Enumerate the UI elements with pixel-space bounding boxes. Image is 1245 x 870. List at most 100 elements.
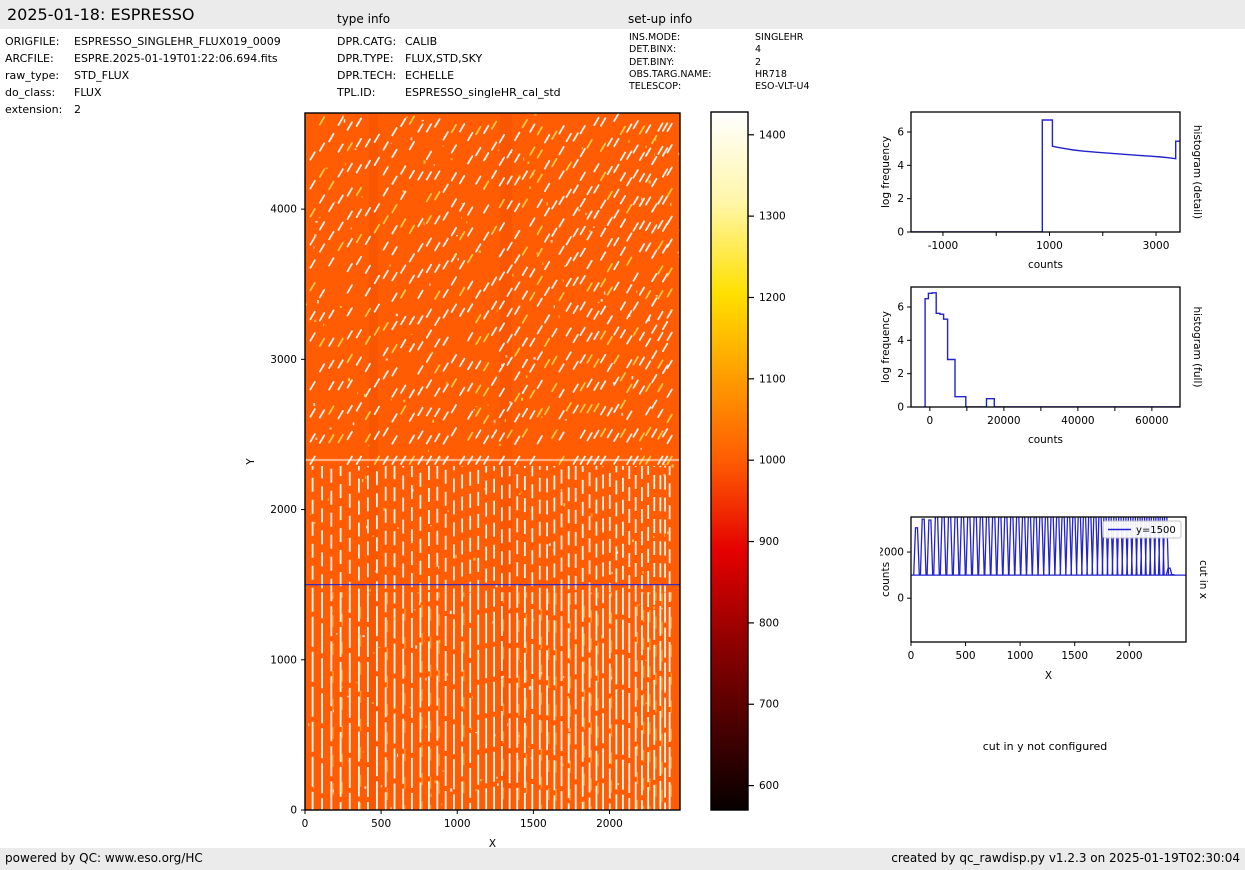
svg-text:600: 600 xyxy=(759,780,779,792)
info-value: ESPRESSO_singleHR_cal_std xyxy=(405,86,561,99)
svg-text:-1000: -1000 xyxy=(928,240,959,252)
svg-text:1000: 1000 xyxy=(270,654,297,666)
info-row: OBS.TARG.NAME: HR718 xyxy=(629,69,810,81)
svg-text:900: 900 xyxy=(759,536,779,548)
page-title: 2025-01-18: ESPRESSO xyxy=(7,5,195,24)
svg-text:500: 500 xyxy=(371,818,391,830)
svg-text:1000: 1000 xyxy=(1007,650,1034,662)
colorbar-svg: 600 700 800 900 1000 1100 1200 1300 1400 xyxy=(710,111,786,811)
svg-text:40000: 40000 xyxy=(1061,415,1094,427)
svg-text:0: 0 xyxy=(927,415,934,427)
raw-image-svg: 0 500 1000 1500 200001000200030004000XY xyxy=(245,112,681,850)
type-info-header: type info xyxy=(337,12,391,26)
footer-created-by: created by qc_rawdisp.py v1.2.3 on 2025-… xyxy=(891,851,1240,865)
x-axis-label: X xyxy=(1045,670,1052,682)
info-value: ECHELLE xyxy=(405,69,455,82)
y-axis-label: log frequency xyxy=(880,311,892,383)
svg-text:4: 4 xyxy=(897,335,904,347)
info-value: SINGLEHR xyxy=(755,32,804,43)
info-row: DET.BINX: 4 xyxy=(629,44,810,56)
info-value: 2 xyxy=(755,56,762,68)
info-label: TELESCOP: xyxy=(629,81,682,93)
info-label: ORIGFILE: xyxy=(5,35,60,48)
svg-text:0: 0 xyxy=(302,818,309,830)
svg-text:1000: 1000 xyxy=(1036,240,1063,252)
info-row: DPR.TECH: ECHELLE xyxy=(337,67,561,84)
svg-text:1000: 1000 xyxy=(444,818,471,830)
info-row: ARCFILE: ESPRE.2025-01-19T01:22:06.694.fi… xyxy=(5,50,281,67)
info-label: ARCFILE: xyxy=(5,52,54,65)
svg-text:2000: 2000 xyxy=(880,547,904,559)
setup-info-table: INS.MODE: SINGLEHR DET.BINX: 4 DET.BINY: 2 OBS… xyxy=(629,32,810,93)
svg-text:1000: 1000 xyxy=(759,455,786,467)
axes-ticks: -1000 1000 3000 0 2 4 6 xyxy=(897,127,1169,253)
info-row: DET.BINY: 2 xyxy=(629,57,810,69)
info-value: STD_FLUX xyxy=(74,69,130,82)
hist-full-curve xyxy=(924,292,1180,407)
cut-x-svg: 0 500 1000 1500 2000 0 2000 Xcounts cut in x y=15… xyxy=(880,516,1209,682)
info-label: DET.BINX: xyxy=(629,44,677,56)
info-label: DET.BINY: xyxy=(629,56,675,68)
svg-text:0: 0 xyxy=(290,805,297,817)
info-row: DPR.TYPE: FLUX,STD,SKY xyxy=(337,50,561,67)
svg-text:4: 4 xyxy=(897,160,904,172)
right-side-label: histogram (full) xyxy=(1191,307,1203,388)
svg-text:0: 0 xyxy=(897,593,904,605)
colorbar: 600 700 800 900 1000 1100 1200 1300 1400 xyxy=(700,100,800,855)
svg-text:2000: 2000 xyxy=(596,818,623,830)
info-row: TPL.ID: ESPRESSO_singleHR_cal_std xyxy=(337,84,561,101)
colorbar-gradient xyxy=(711,112,748,810)
y-axis-label: Y xyxy=(245,458,257,466)
info-row: TELESCOP: ESO-VLT-U4 xyxy=(629,81,810,93)
info-label: DPR.TYPE: xyxy=(337,52,394,65)
footer-powered-by: powered by QC: www.eso.org/HC xyxy=(5,851,203,865)
svg-text:20000: 20000 xyxy=(987,415,1020,427)
x-axis-label: counts xyxy=(1028,434,1063,446)
y-axis-label: counts xyxy=(880,562,892,597)
svg-text:1400: 1400 xyxy=(759,129,786,141)
info-value: FLUX,STD,SKY xyxy=(405,52,483,65)
svg-text:6: 6 xyxy=(897,302,904,314)
info-row: ORIGFILE: ESPRESSO_SINGLEHR_FLUX019_0009 xyxy=(5,33,281,50)
info-row: DPR.CATG: CALIB xyxy=(337,33,561,50)
svg-text:1100: 1100 xyxy=(759,373,786,385)
cut-in-y-note: cut in y not configured xyxy=(982,740,1108,753)
svg-text:3000: 3000 xyxy=(270,354,297,366)
histogram-full-plot: 0 20000 40000 60000 0 2 4 6 counts log frequency h… xyxy=(880,280,1245,460)
info-label: do_class: xyxy=(5,86,56,99)
right-side-label: histogram (detail) xyxy=(1191,125,1203,219)
info-value: ESO-VLT-U4 xyxy=(755,81,810,93)
info-label: raw_type: xyxy=(5,69,60,82)
y-axis-label: log frequency xyxy=(880,136,892,208)
svg-text:0: 0 xyxy=(897,227,904,239)
svg-text:1500: 1500 xyxy=(1061,650,1088,662)
info-value: ESPRESSO_SINGLEHR_FLUX019_0009 xyxy=(74,35,281,48)
svg-text:2: 2 xyxy=(897,193,904,205)
raw-image-pixels xyxy=(305,113,680,810)
colorbar-ticks: 600 700 800 900 1000 1100 1200 1300 1400 xyxy=(748,129,786,792)
legend: y=1500 xyxy=(1102,520,1182,539)
info-value: 4 xyxy=(755,44,762,56)
info-label: INS.MODE: xyxy=(629,32,681,43)
hist-full-svg: 0 20000 40000 60000 0 2 4 6 counts log frequency h… xyxy=(880,286,1203,446)
svg-text:6: 6 xyxy=(897,127,904,139)
svg-text:3000: 3000 xyxy=(1143,240,1170,252)
svg-text:2000: 2000 xyxy=(270,504,297,516)
info-row: do_class: FLUX xyxy=(5,84,281,101)
svg-text:700: 700 xyxy=(759,699,779,711)
legend-label: y=1500 xyxy=(1136,525,1176,536)
svg-text:4000: 4000 xyxy=(270,204,297,216)
info-value: 2 xyxy=(74,103,81,116)
info-label: DPR.CATG: xyxy=(337,35,397,48)
info-value: CALIB xyxy=(405,35,438,48)
svg-text:2: 2 xyxy=(897,368,904,380)
info-value: FLUX xyxy=(74,86,102,99)
hist-detail-curve xyxy=(911,119,1180,232)
info-row: raw_type: STD_FLUX xyxy=(5,67,281,84)
histogram-detail-plot: -1000 1000 3000 0 2 4 6 counts log frequency hist… xyxy=(880,105,1245,285)
svg-text:1200: 1200 xyxy=(759,292,786,304)
info-label: DPR.TECH: xyxy=(337,69,397,82)
info-value: HR718 xyxy=(755,68,787,80)
hist-detail-svg: -1000 1000 3000 0 2 4 6 counts log frequency hist… xyxy=(880,111,1203,271)
svg-text:0: 0 xyxy=(897,402,904,414)
